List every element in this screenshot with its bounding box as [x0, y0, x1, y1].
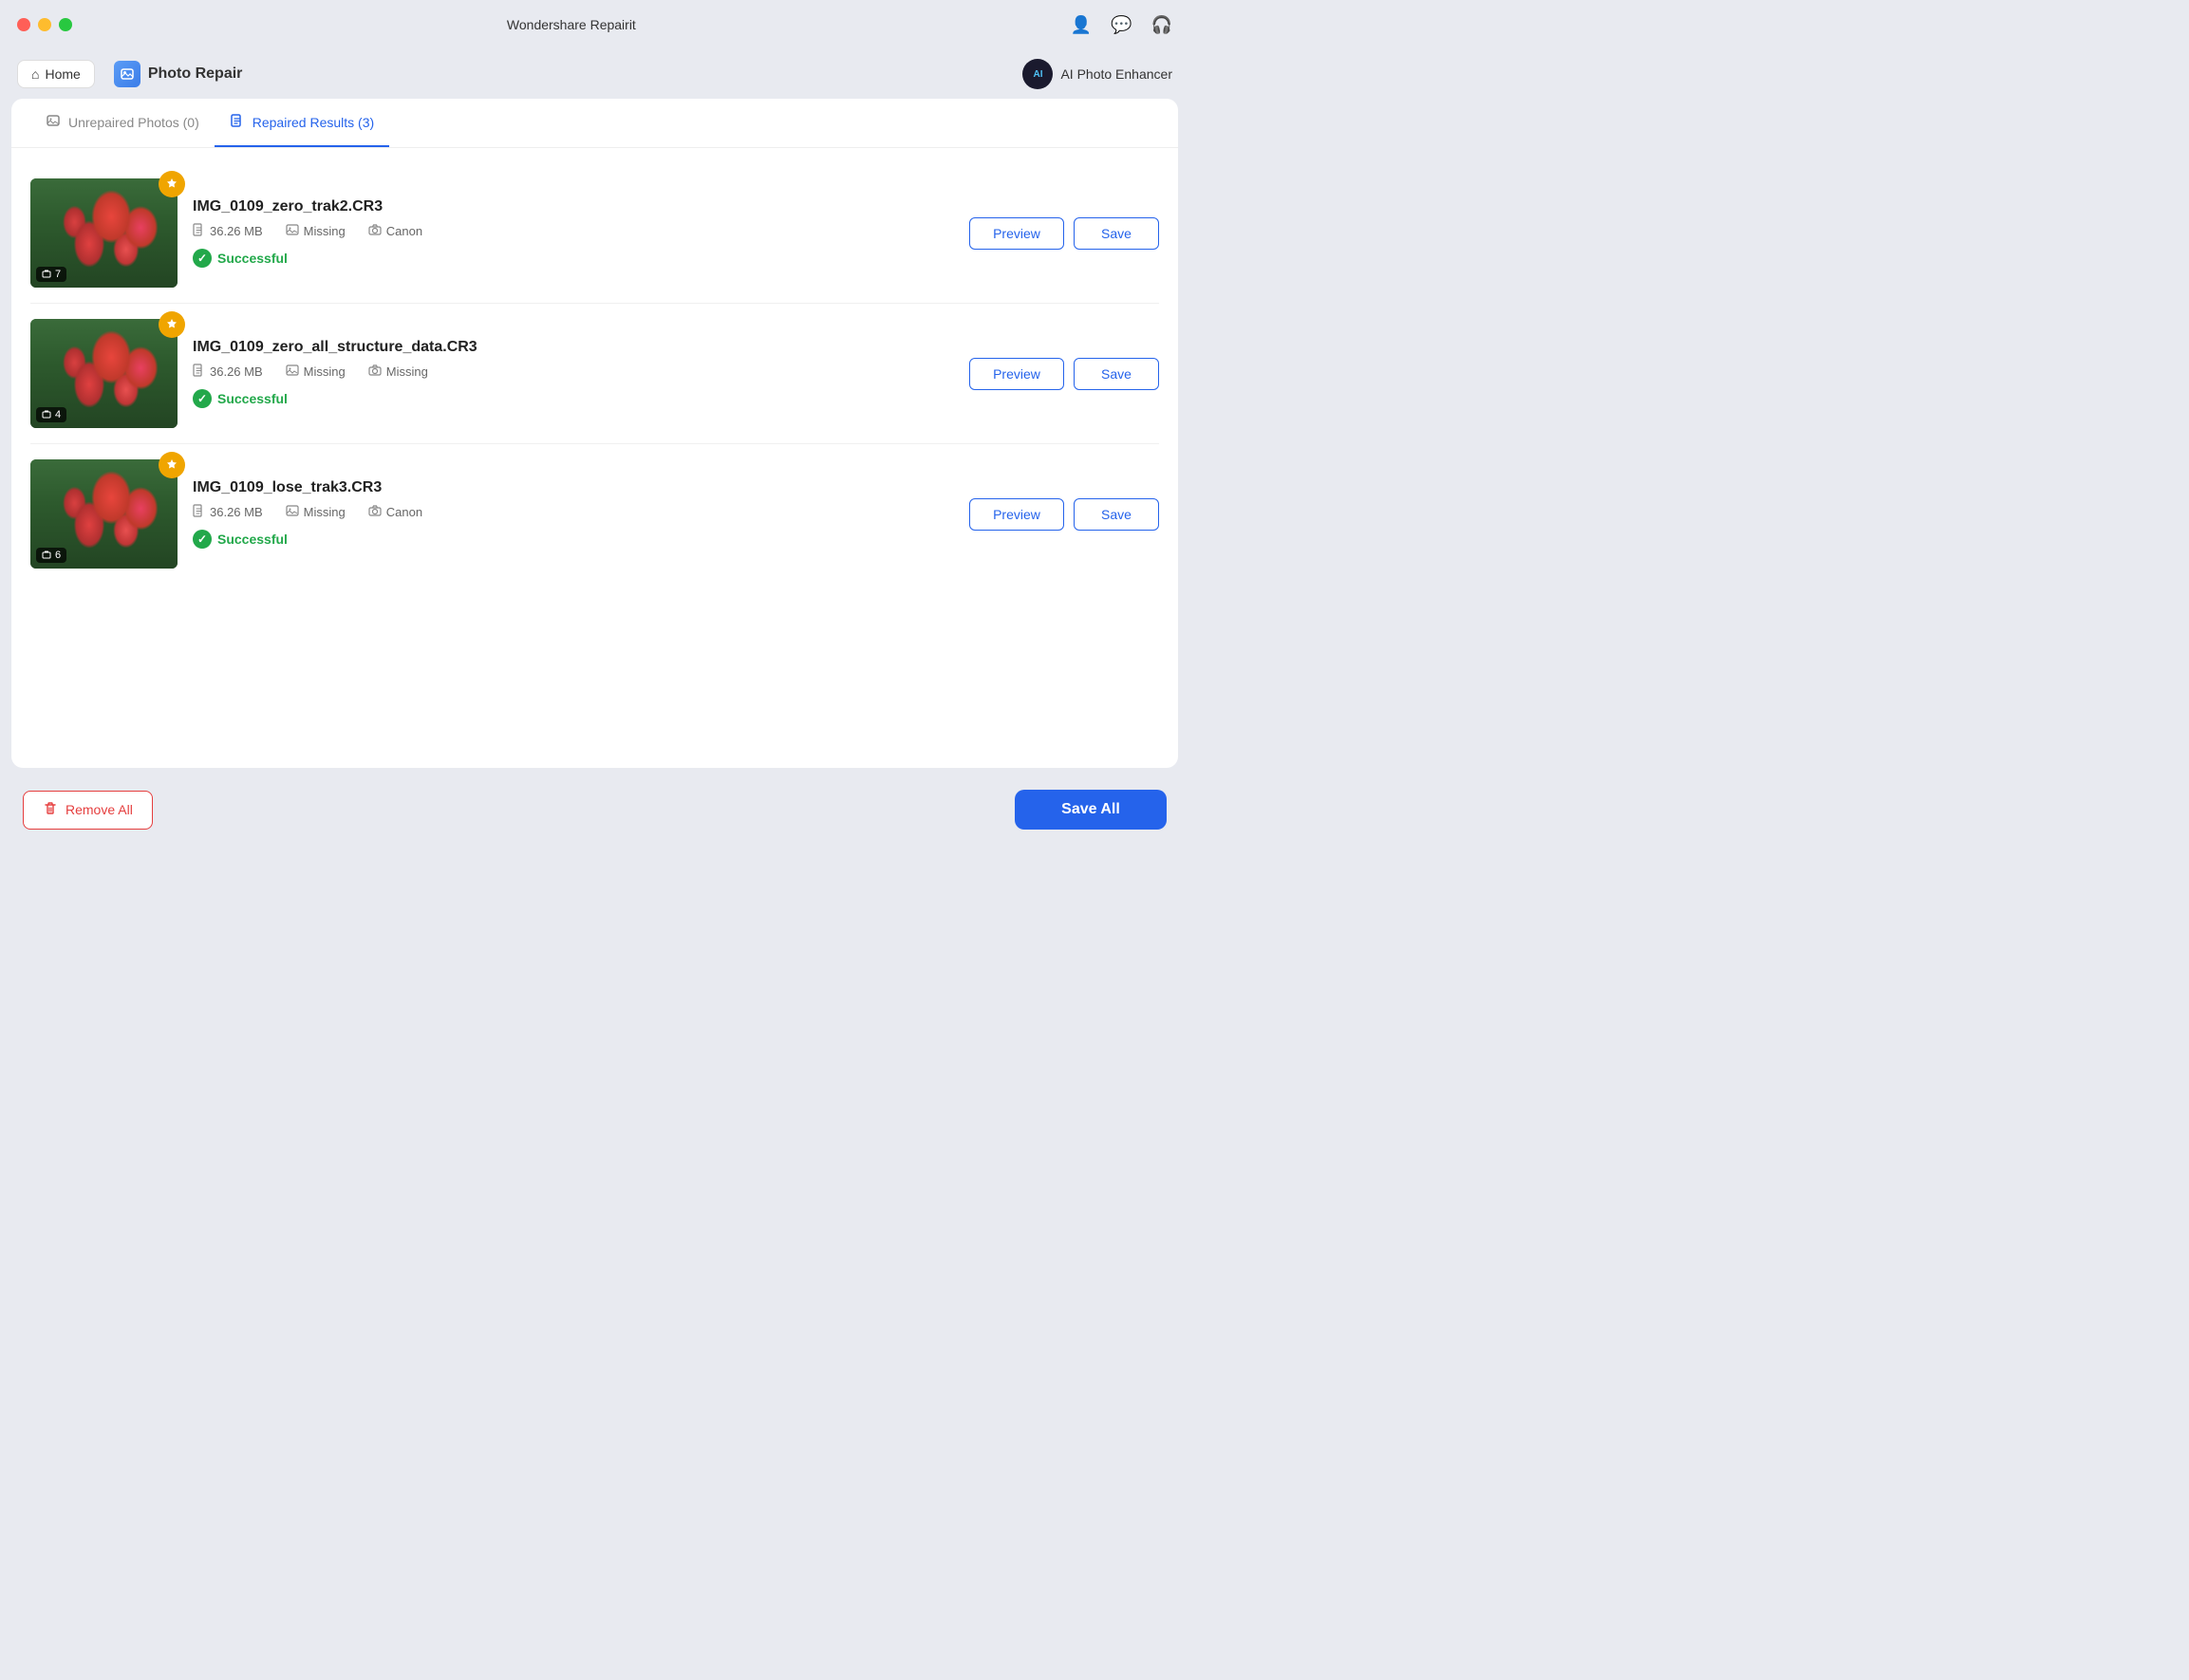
meta-field3-1: Canon	[368, 223, 422, 239]
status-1: ✓ Successful	[193, 249, 954, 268]
app-title: Wondershare Repairit	[507, 17, 636, 32]
photo-name-2: IMG_0109_zero_all_structure_data.CR3	[193, 339, 954, 356]
status-3: ✓ Successful	[193, 530, 954, 549]
unrepaired-tab-icon	[46, 113, 61, 132]
meta-field2-1: Missing	[286, 223, 346, 239]
repair-badge-1	[159, 171, 185, 197]
repair-badge-2	[159, 311, 185, 338]
photo-item: 6 IMG_0109_lose_trak3.CR3 36.26	[30, 444, 1159, 584]
content-area: 7 IMG_0109_zero_trak2.CR3 36.26	[11, 148, 1178, 768]
tab-repaired-label: Repaired Results (3)	[253, 115, 374, 130]
save-button-1[interactable]: Save	[1074, 217, 1159, 250]
file-icon-2	[193, 364, 205, 380]
image-icon-2	[286, 364, 299, 380]
remove-all-label: Remove All	[65, 802, 133, 817]
photo-repair-label: Photo Repair	[148, 65, 243, 83]
ai-enhancer-button[interactable]: AI AI Photo Enhancer	[1022, 59, 1172, 89]
photo-actions-3: Preview Save	[969, 498, 1159, 531]
photo-repair-nav: Photo Repair	[101, 55, 256, 93]
headphone-icon[interactable]: 🎧	[1151, 15, 1172, 35]
window-controls	[17, 18, 72, 31]
maximize-button[interactable]	[59, 18, 72, 31]
photo-info-2: IMG_0109_zero_all_structure_data.CR3 36.…	[193, 339, 954, 408]
thumbnail-count-1: 7	[36, 267, 66, 282]
remove-all-button[interactable]: Remove All	[23, 791, 153, 830]
photo-info-3: IMG_0109_lose_trak3.CR3 36.26 MB Missing	[193, 479, 954, 549]
photo-meta-1: 36.26 MB Missing Canon	[193, 223, 954, 239]
camera-icon-2	[368, 364, 382, 380]
file-icon-3	[193, 504, 205, 520]
thumbnail-count-3: 6	[36, 548, 66, 563]
photo-actions-1: Preview Save	[969, 217, 1159, 250]
save-button-2[interactable]: Save	[1074, 358, 1159, 390]
navbar: ⌂ Home Photo Repair AI AI Photo Enhancer	[0, 49, 1189, 99]
tabs-bar: Unrepaired Photos (0) Repaired Results (…	[11, 99, 1178, 148]
photo-name-3: IMG_0109_lose_trak3.CR3	[193, 479, 954, 496]
check-icon-2: ✓	[193, 389, 212, 408]
file-icon	[193, 223, 205, 239]
chat-icon[interactable]: 💬	[1111, 15, 1132, 35]
photo-repair-icon	[114, 61, 140, 87]
check-icon-3: ✓	[193, 530, 212, 549]
thumbnail-wrapper-2: 4	[30, 319, 178, 428]
trash-icon	[43, 801, 58, 819]
meta-field3-3: Canon	[368, 504, 422, 520]
status-2: ✓ Successful	[193, 389, 954, 408]
photo-actions-2: Preview Save	[969, 358, 1159, 390]
home-button[interactable]: ⌂ Home	[17, 60, 95, 88]
titlebar: Wondershare Repairit 👤 💬 🎧	[0, 0, 1189, 49]
thumbnail-count-2: 4	[36, 407, 66, 422]
meta-field3-2: Missing	[368, 364, 428, 380]
meta-field2-2: Missing	[286, 364, 346, 380]
titlebar-right-icons: 👤 💬 🎧	[1071, 15, 1172, 35]
home-icon: ⌂	[31, 66, 39, 82]
navbar-left: ⌂ Home Photo Repair	[17, 55, 255, 93]
save-button-3[interactable]: Save	[1074, 498, 1159, 531]
camera-icon	[368, 223, 382, 239]
thumbnail-1: 7	[30, 178, 178, 288]
meta-size-2: 36.26 MB	[193, 364, 263, 380]
tab-unrepaired-label: Unrepaired Photos (0)	[68, 115, 199, 130]
photo-meta-2: 36.26 MB Missing Missing	[193, 364, 954, 380]
user-icon[interactable]: 👤	[1071, 15, 1092, 35]
save-all-button[interactable]: Save All	[1015, 790, 1167, 830]
photo-name-1: IMG_0109_zero_trak2.CR3	[193, 198, 954, 215]
ai-enhancer-label: AI Photo Enhancer	[1060, 66, 1172, 82]
photo-info-1: IMG_0109_zero_trak2.CR3 36.26 MB Missing	[193, 198, 954, 268]
meta-size-3: 36.26 MB	[193, 504, 263, 520]
bottombar: Remove All Save All	[0, 779, 1189, 840]
meta-size-1: 36.26 MB	[193, 223, 263, 239]
meta-field2-3: Missing	[286, 504, 346, 520]
ai-icon: AI	[1022, 59, 1053, 89]
home-label: Home	[45, 66, 80, 82]
repair-badge-3	[159, 452, 185, 478]
photo-item: 4 IMG_0109_zero_all_structure_data.CR3	[30, 304, 1159, 444]
thumbnail-wrapper-1: 7	[30, 178, 178, 288]
photo-item: 7 IMG_0109_zero_trak2.CR3 36.26	[30, 163, 1159, 304]
tab-unrepaired[interactable]: Unrepaired Photos (0)	[30, 100, 215, 147]
preview-button-1[interactable]: Preview	[969, 217, 1064, 250]
camera-icon-3	[368, 504, 382, 520]
preview-button-2[interactable]: Preview	[969, 358, 1064, 390]
thumbnail-2: 4	[30, 319, 178, 428]
check-icon-1: ✓	[193, 249, 212, 268]
image-icon-3	[286, 504, 299, 520]
image-icon	[286, 223, 299, 239]
thumbnail-wrapper-3: 6	[30, 459, 178, 569]
repaired-tab-icon	[230, 113, 245, 132]
preview-button-3[interactable]: Preview	[969, 498, 1064, 531]
minimize-button[interactable]	[38, 18, 51, 31]
tab-repaired[interactable]: Repaired Results (3)	[215, 100, 389, 147]
main-panel: Unrepaired Photos (0) Repaired Results (…	[11, 99, 1178, 768]
close-button[interactable]	[17, 18, 30, 31]
thumbnail-3: 6	[30, 459, 178, 569]
photo-meta-3: 36.26 MB Missing Canon	[193, 504, 954, 520]
